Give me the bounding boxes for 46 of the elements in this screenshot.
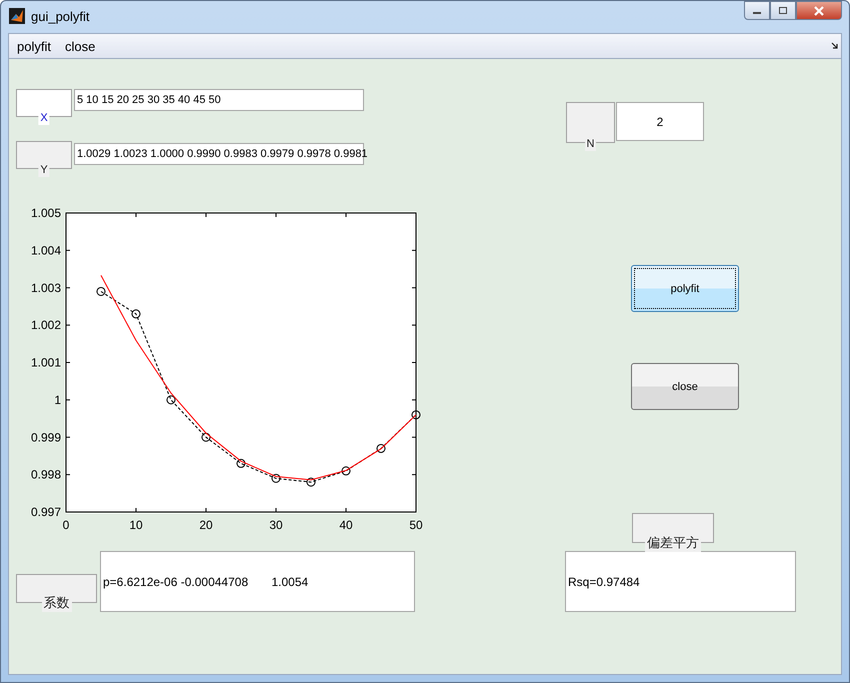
y-tick-label: 1.004 [30, 243, 61, 258]
x-tick-label: 50 [409, 518, 423, 532]
push-button[interactable]: polyfit [631, 265, 739, 312]
maximize-icon [778, 6, 788, 15]
panel-label: 系数 [42, 596, 72, 612]
data-point [306, 478, 316, 487]
input-field[interactable]: 2 [616, 102, 704, 141]
menu-item[interactable]: close [64, 38, 104, 54]
window-title: gui_polyfit [31, 8, 90, 24]
minimize-button[interactable] [744, 1, 770, 20]
data-point [202, 432, 210, 442]
result-field: p=6.6212e-06 -0.00044708 1.0054 [100, 551, 415, 612]
data-point [132, 309, 140, 318]
dock-arrow-icon[interactable] [831, 42, 838, 49]
y-tick-label: 1.002 [30, 318, 61, 332]
data-point [272, 474, 280, 483]
close-button[interactable] [796, 1, 842, 20]
data-point [376, 444, 386, 453]
result-field: Rsq=0.97484 [565, 551, 796, 612]
y-tick-label: 0.998 [30, 468, 61, 482]
x-tick-label: 30 [269, 518, 283, 532]
data-point [96, 287, 106, 296]
y-tick-label: 0.997 [30, 505, 61, 519]
app-icon [9, 8, 25, 24]
push-button[interactable]: close [631, 363, 739, 410]
y-tick-label: 1.005 [30, 206, 61, 220]
panel-label: Y [38, 163, 50, 177]
data-point [342, 466, 350, 476]
data-point [236, 458, 246, 468]
data-point [412, 410, 420, 420]
x-tick-label: 20 [199, 518, 213, 532]
x-tick-label: 0 [62, 518, 70, 532]
panel-label: N [584, 137, 596, 151]
y-tick-label: 1.001 [30, 356, 61, 370]
input-field[interactable]: 5 10 15 20 25 30 35 40 45 50 [74, 89, 364, 111]
y-tick-label: 1 [54, 392, 61, 407]
panel-label: 偏差平方 [645, 536, 701, 552]
maximize-button[interactable] [770, 1, 796, 20]
y-tick-label: 0.999 [30, 430, 61, 444]
y-tick-label: 1.003 [30, 280, 61, 295]
data-point [166, 395, 176, 404]
close-icon [813, 6, 825, 16]
menu-item[interactable]: polyfit [17, 38, 59, 54]
x-tick-label: 40 [339, 518, 353, 532]
x-tick-label: 10 [129, 518, 143, 532]
panel-label: X [38, 111, 50, 125]
